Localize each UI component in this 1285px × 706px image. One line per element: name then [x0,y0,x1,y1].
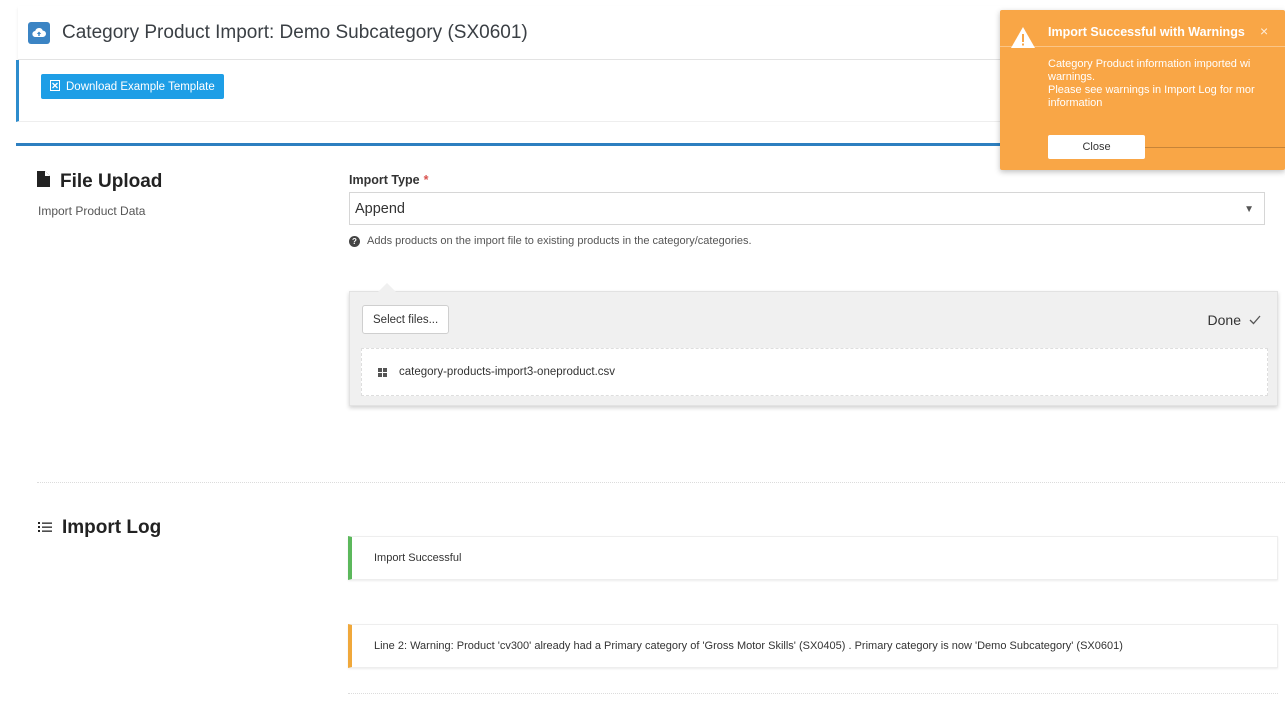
required-mark: * [423,173,429,187]
toast-body: Category Product information imported wi… [1048,58,1255,109]
panel-caret [378,283,396,292]
check-icon [1249,312,1261,328]
uploaded-file-item: category-products-import3-oneproduct.csv [361,348,1268,396]
file-upload-title: File Upload [37,171,162,193]
cloud-upload-icon [28,21,50,44]
file-name: category-products-import3-oneproduct.csv [399,366,616,378]
log-entry-success: Import Successful [348,536,1278,580]
file-upload-subtitle: Import Product Data [38,204,146,218]
log-divider [348,693,1278,694]
toast-rule [1145,147,1285,148]
main-content: File Upload Import Product Data Import T… [16,143,1285,706]
upload-status: Done [1208,312,1261,328]
file-grid-icon [378,367,387,377]
toast-title: Import Successful with Warnings [1048,25,1245,39]
warning-icon [1010,26,1036,54]
file-excel-icon [50,79,60,94]
section-divider [37,482,1285,483]
list-icon [38,517,52,539]
dropdown-arrow-icon: ▼ [1244,204,1254,215]
question-circle-icon: ? [349,235,360,247]
toast-close-icon[interactable]: × [1260,23,1268,39]
upload-panel: Select files... Done category-products-i… [349,283,1278,406]
import-log-title: Import Log [38,517,161,539]
toast-divider [1000,46,1285,47]
select-files-button[interactable]: Select files... [362,305,450,334]
import-type-hint: ? Adds products on the import file to ex… [349,235,752,247]
log-entry-warning: Line 2: Warning: Product 'cv300' already… [348,624,1278,668]
toast-notification: Import Successful with Warnings × Catego… [1000,10,1285,170]
page-title: Category Product Import: Demo Subcategor… [62,21,528,43]
import-type-select[interactable]: Append ▼ [349,192,1265,225]
file-icon [37,171,50,193]
toast-close-button[interactable]: Close [1048,135,1145,159]
download-template-label: Download Example Template [66,80,215,93]
import-type-label: Import Type * [349,173,429,187]
download-template-button[interactable]: Download Example Template [41,74,224,99]
import-type-value: Append [355,200,405,217]
